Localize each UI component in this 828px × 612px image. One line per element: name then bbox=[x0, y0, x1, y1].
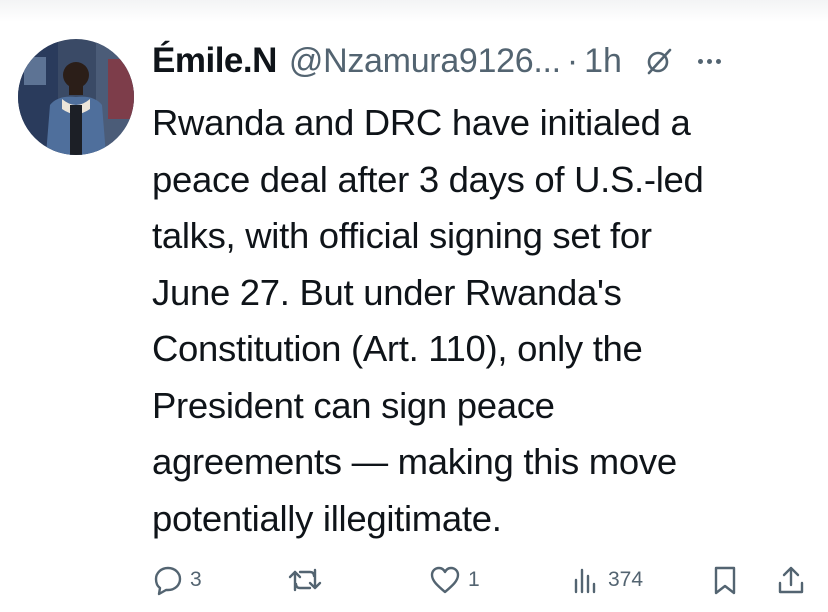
tweet-text-line: President can sign peace bbox=[152, 384, 555, 426]
views-icon bbox=[570, 564, 602, 596]
top-strip bbox=[0, 0, 828, 22]
heart-icon bbox=[428, 564, 462, 596]
retweet-button[interactable] bbox=[286, 560, 324, 600]
tweet-text-line: talks, with official signing set for bbox=[152, 215, 652, 256]
handle[interactable]: @Nzamura9126... bbox=[289, 42, 561, 81]
action-bar: 3 1 374 bbox=[0, 560, 828, 600]
more-icon[interactable] bbox=[697, 58, 721, 64]
separator-dot: · bbox=[566, 41, 579, 80]
like-button[interactable]: 1 bbox=[428, 560, 480, 600]
tweet-text-line: peace deal after 3 days of U.S.-led bbox=[152, 158, 704, 200]
tweet-text-line: June 27. But under Rwanda's bbox=[152, 271, 622, 313]
tweet-text: Rwanda and DRC have initialed a peace de… bbox=[152, 95, 822, 547]
share-icon bbox=[776, 564, 806, 596]
timestamp[interactable]: 1h bbox=[584, 42, 622, 81]
avatar[interactable] bbox=[18, 39, 134, 155]
reply-count: 3 bbox=[190, 568, 202, 591]
tweet-header: Émile.N @Nzamura9126... · 1h bbox=[152, 36, 822, 86]
tweet-text-line: agreements — making this move bbox=[152, 441, 677, 482]
views-button[interactable]: 374 bbox=[570, 560, 643, 600]
reply-button[interactable]: 3 bbox=[152, 560, 202, 600]
tweet-text-line: Rwanda and DRC have initialed a bbox=[152, 102, 691, 143]
like-count: 1 bbox=[468, 568, 480, 591]
display-name[interactable]: Émile.N bbox=[152, 41, 277, 81]
views-count: 374 bbox=[608, 568, 644, 591]
avatar-photo bbox=[18, 39, 134, 155]
bookmark-icon bbox=[710, 564, 740, 596]
reply-icon bbox=[152, 564, 184, 596]
tweet-text-line: Constitution (Art. 110), only the bbox=[152, 328, 643, 369]
grok-icon[interactable] bbox=[644, 46, 674, 76]
tweet-text-line: potentially illegitimate. bbox=[152, 497, 502, 539]
retweet-icon bbox=[286, 564, 324, 596]
share-button[interactable] bbox=[776, 560, 806, 600]
bookmark-button[interactable] bbox=[710, 560, 740, 600]
